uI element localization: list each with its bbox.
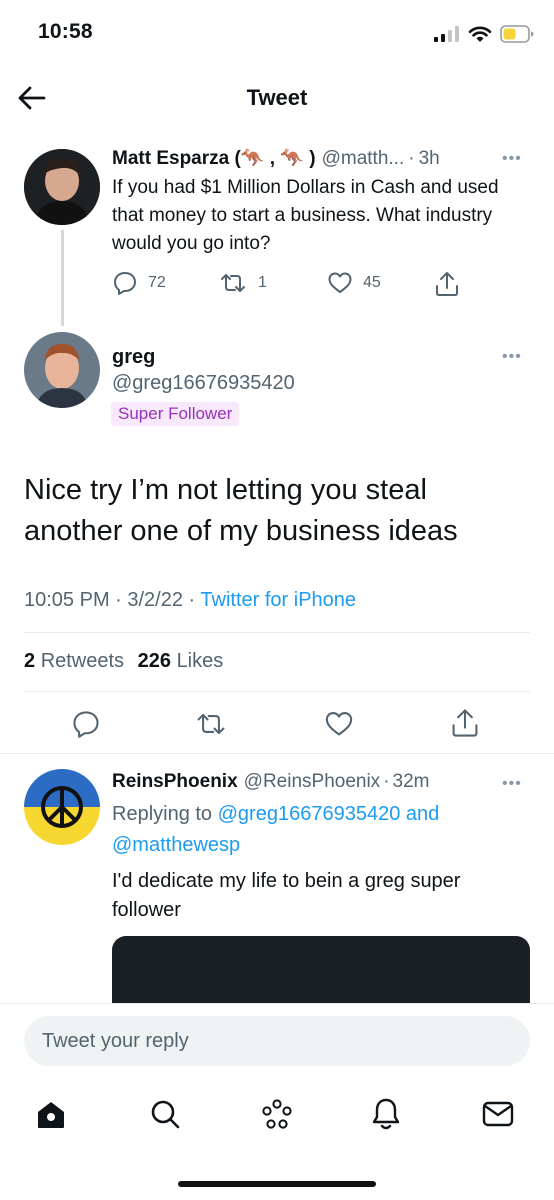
tweet-text: If you had $1 Million Dollars in Cash an…: [112, 177, 499, 254]
avatar-greg[interactable]: [24, 332, 100, 408]
thread-line: [61, 230, 64, 326]
main-more-icon[interactable]: •••: [502, 348, 522, 366]
author-handle[interactable]: @matth...: [322, 148, 405, 170]
divider: [0, 753, 554, 754]
main-retweet-button[interactable]: [194, 709, 228, 744]
more-icon[interactable]: •••: [502, 150, 522, 168]
replying-user-link[interactable]: @matthewesp: [112, 834, 240, 856]
tab-spaces[interactable]: [260, 1097, 294, 1136]
home-indicator: [178, 1181, 376, 1187]
reply-time: 32m: [392, 771, 430, 792]
battery-icon: [500, 25, 534, 43]
avatar-matt-image: [24, 149, 100, 225]
tweet-header: Matt Esparza (🦘 , 🦘 ) @matth... · 3h: [112, 146, 532, 170]
avatar-greg-image: [24, 332, 100, 408]
reply-media-card[interactable]: [112, 936, 530, 1004]
retweet-icon: [221, 274, 245, 292]
tweet-source-link[interactable]: Twitter for iPhone: [200, 589, 356, 611]
likes-stat-count: 226: [137, 650, 171, 672]
like-button[interactable]: 45: [327, 270, 381, 296]
divider: [24, 632, 530, 633]
share-button[interactable]: [434, 270, 460, 298]
author-name[interactable]: Matt Esparza (🦘 , 🦘 ): [112, 146, 316, 170]
super-follower-badge: Super Follower: [111, 402, 240, 426]
reply-header: ReinsPhoenix @ReinsPhoenix · 32m: [112, 771, 532, 793]
avatar-matt[interactable]: [24, 149, 100, 225]
retweets-stat[interactable]: 2 Retweets: [24, 650, 130, 672]
retweet-button[interactable]: 1: [218, 270, 267, 296]
share-icon: [436, 272, 458, 296]
avatar-reinsphoenix[interactable]: [24, 769, 100, 845]
share-icon: [452, 709, 478, 737]
engagement-stats: 2 Retweets 226 Likes: [24, 650, 223, 673]
home-icon: [38, 1102, 64, 1128]
reply-icon: [114, 272, 136, 295]
status-time: 10:58: [38, 20, 93, 43]
separator: ·: [408, 148, 415, 169]
main-handle[interactable]: @greg16676935420: [112, 372, 295, 395]
like-icon: [325, 712, 353, 736]
tab-notifications[interactable]: [369, 1096, 403, 1137]
main-like-button[interactable]: [324, 709, 354, 744]
replying-user-link[interactable]: @greg16676935420: [218, 803, 401, 825]
tab-messages[interactable]: [481, 1099, 515, 1134]
reply-input[interactable]: Tweet your reply: [24, 1016, 530, 1066]
status-icons: [434, 22, 534, 46]
peace-flag-avatar-image: [24, 769, 100, 845]
wifi-icon: [468, 26, 492, 42]
likes-stat-label: Likes: [176, 650, 224, 672]
spaces-icon: [262, 1099, 292, 1129]
tweet-metadata: 10:05 PM · 3/2/22 · Twitter for iPhone: [24, 589, 356, 612]
replying-prefix: Replying to: [112, 803, 213, 825]
main-share-button[interactable]: [450, 707, 480, 744]
retweet-count: 1: [258, 274, 267, 291]
reply-text: I'd dedicate my life to bein a greg supe…: [112, 870, 461, 921]
messages-icon: [482, 1101, 514, 1127]
retweet-icon: [197, 713, 225, 735]
main-name[interactable]: greg: [112, 346, 155, 369]
separator: ·: [383, 771, 390, 792]
reply-count: 72: [148, 274, 166, 291]
reply-author-name[interactable]: ReinsPhoenix: [112, 771, 238, 793]
likes-stat[interactable]: 226 Likes: [138, 650, 224, 672]
like-icon: [328, 272, 352, 293]
tweet-time: 3h: [418, 148, 440, 169]
tab-home[interactable]: [34, 1098, 68, 1137]
page-title: Tweet: [246, 85, 308, 110]
like-count: 45: [363, 274, 381, 291]
reply-more-icon[interactable]: •••: [502, 775, 522, 793]
reply-icon: [73, 711, 99, 738]
retweets-stat-count: 2: [24, 650, 36, 672]
retweets-stat-label: Retweets: [40, 650, 125, 672]
signal-icon: [434, 26, 459, 42]
replying-to: Replying to @greg16676935420 and @matthe…: [112, 799, 522, 861]
reply-author-handle[interactable]: @ReinsPhoenix: [244, 771, 381, 793]
replying-and: and: [405, 803, 440, 825]
reply-button[interactable]: 72: [112, 270, 166, 296]
search-icon: [151, 1100, 180, 1129]
tab-search[interactable]: [148, 1097, 182, 1136]
main-reply-button[interactable]: [71, 709, 101, 744]
notifications-icon: [372, 1098, 400, 1130]
main-tweet-text: Nice try I’m not letting you steal anoth…: [24, 474, 458, 547]
tweet-timestamp: 10:05 PM · 3/2/22 ·: [24, 589, 196, 611]
divider: [24, 691, 530, 692]
